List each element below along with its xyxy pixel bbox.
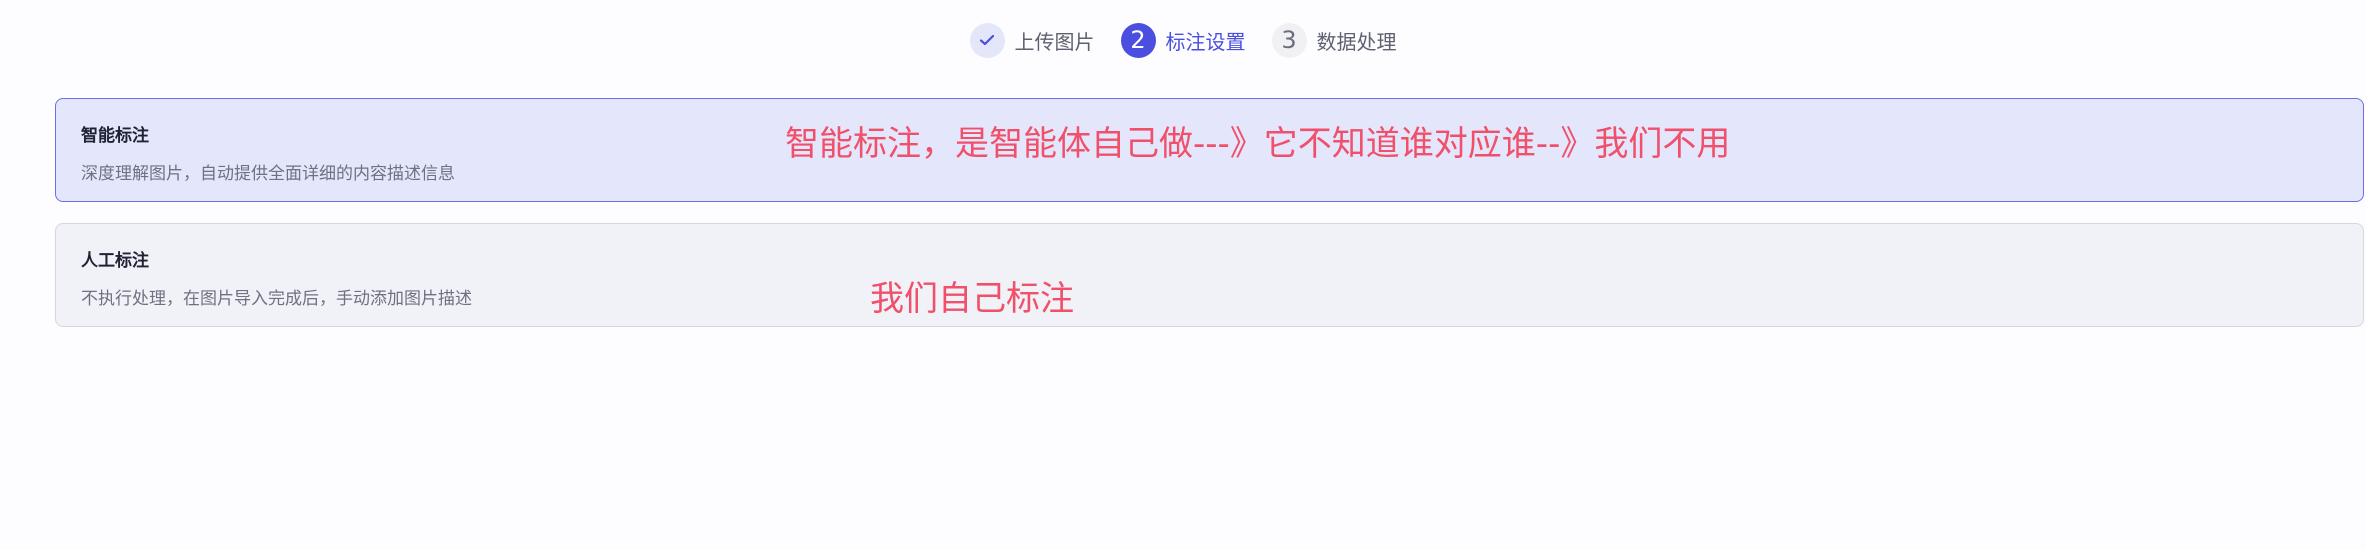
step-1-label: 上传图片 (1014, 29, 1095, 54)
step-1-done-badge (969, 22, 1005, 58)
step-upload-images[interactable]: 上传图片 (969, 21, 1095, 59)
step-3-label: 数据处理 (1316, 29, 1397, 54)
step-2-label: 标注设置 (1165, 29, 1246, 54)
check-icon (979, 31, 995, 50)
manual-annotation-title: 人工标注 (81, 251, 149, 271)
annotation-note-smart: 智能标注，是智能体自己做---》它不知道谁对应谁--》我们不用 (785, 124, 1731, 164)
annotation-note-manual: 我们自己标注 (870, 279, 1074, 319)
stepper: 上传图片 2 标注设置 3 数据处理 (0, 21, 2366, 59)
step-data-processing[interactable]: 3 数据处理 (1271, 21, 1397, 59)
manual-annotation-option[interactable]: 人工标注 不执行处理，在图片导入完成后，手动添加图片描述 (55, 223, 2364, 327)
page: 上传图片 2 标注设置 3 数据处理 智能标注 深度理解图片，自动提供全面详细的… (0, 0, 2366, 550)
smart-annotation-description: 深度理解图片，自动提供全面详细的内容描述信息 (81, 164, 455, 184)
smart-annotation-title: 智能标注 (81, 126, 149, 146)
step-2-number-badge: 2 (1120, 22, 1156, 58)
step-3-number-badge: 3 (1271, 22, 1307, 58)
step-annotation-settings[interactable]: 2 标注设置 (1120, 21, 1246, 59)
manual-annotation-description: 不执行处理，在图片导入完成后，手动添加图片描述 (81, 289, 472, 309)
